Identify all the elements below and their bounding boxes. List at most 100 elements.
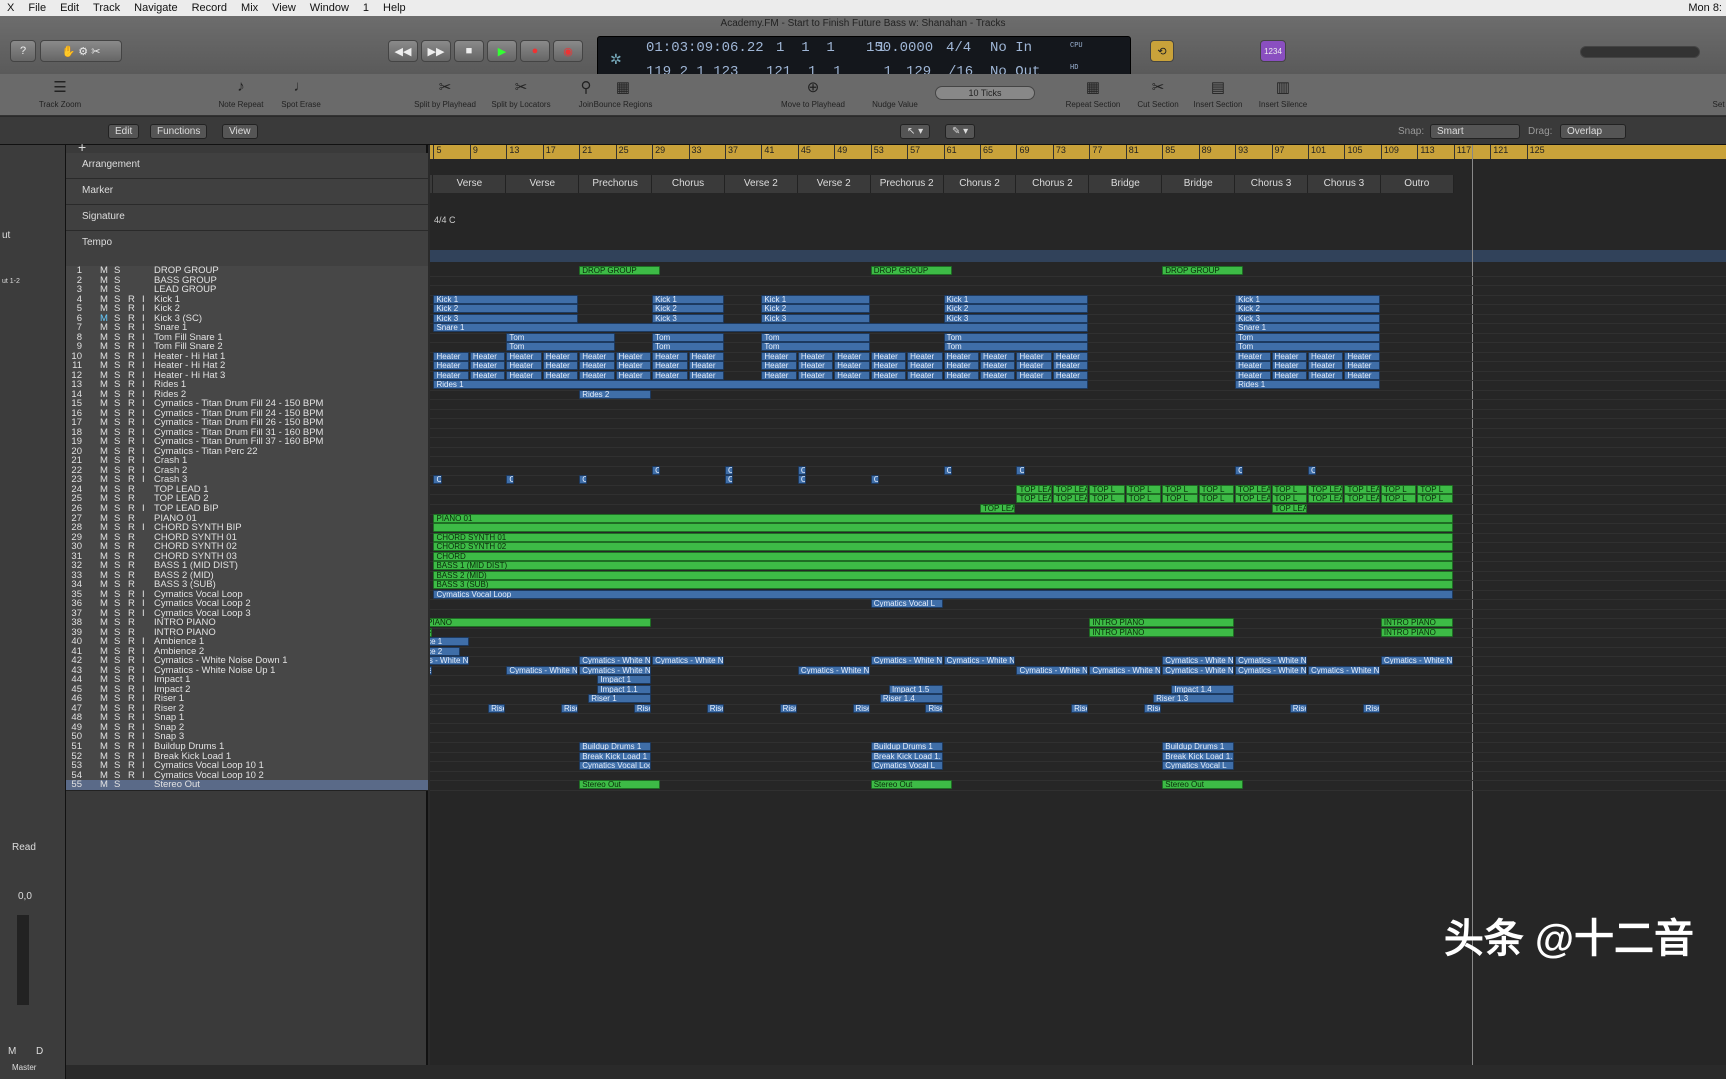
region[interactable]: INTRO PIANO — [1380, 618, 1453, 628]
region[interactable]: Tom — [506, 332, 615, 342]
view-buttons[interactable]: ✋ ⚙ ✂ — [40, 40, 122, 62]
region[interactable]: Cymatics - White N — [870, 656, 943, 666]
region[interactable]: Tom — [652, 342, 724, 352]
add-track-button[interactable]: + — [78, 139, 86, 155]
region[interactable]: Heater — [506, 370, 542, 380]
region[interactable]: Heater — [688, 361, 724, 371]
region[interactable]: Heater — [834, 370, 870, 380]
region[interactable]: Cymatics Vocal L — [1162, 761, 1235, 771]
capture-record-button[interactable]: ◉ — [553, 40, 583, 62]
region[interactable]: TOP L — [1198, 484, 1235, 494]
region[interactable]: Cymatics - White N — [1380, 656, 1453, 666]
region[interactable]: Tom — [761, 342, 870, 352]
region[interactable]: Buildup Drums 1 — [870, 742, 943, 751]
pencil-tool[interactable]: ✎ ▾ — [945, 124, 976, 139]
menu-window[interactable]: Window — [303, 2, 356, 14]
region[interactable]: C — [1308, 465, 1317, 475]
region[interactable]: Cymatics - White N — [943, 656, 1016, 666]
arrangement-marker[interactable]: Bridge — [1162, 175, 1236, 193]
region[interactable]: CHORD SYNTH 01 — [433, 532, 1453, 542]
arrangement-marker[interactable]: Bridge — [1089, 175, 1163, 193]
region[interactable]: TOP LEAD 2 — [1016, 494, 1052, 504]
global-track-tempo[interactable]: Tempo — [66, 231, 428, 267]
menu-help[interactable]: Help — [376, 2, 413, 14]
region[interactable]: CHORD — [433, 551, 1453, 561]
region[interactable]: Heater — [907, 370, 943, 380]
region[interactable]: Heater — [1344, 361, 1380, 371]
arrangement-marker[interactable]: Verse — [506, 175, 580, 193]
region[interactable]: Tom — [1235, 332, 1380, 342]
region[interactable]: Heater — [579, 370, 615, 380]
region[interactable]: Cymatics - White N — [797, 665, 870, 675]
region[interactable]: Heater — [542, 361, 579, 371]
cycle-button[interactable]: ⟲ — [1150, 40, 1174, 62]
region[interactable]: C — [506, 475, 515, 485]
play-button[interactable]: ▶ — [487, 40, 517, 62]
region[interactable]: Cymatics Vocal L — [870, 599, 943, 609]
count-in-button[interactable]: 1234 — [1260, 40, 1286, 62]
region[interactable]: Cymatics — [430, 665, 433, 675]
region[interactable]: Heater — [506, 361, 542, 371]
region[interactable]: Heater — [834, 361, 870, 371]
region[interactable]: Buildup Drums 1 — [1162, 742, 1235, 751]
arrangement-marker[interactable]: Prechorus 2 — [870, 175, 944, 193]
arrangement-marker[interactable]: Outro — [1380, 175, 1454, 193]
mute-button[interactable]: M — [100, 780, 108, 791]
region[interactable]: TOP LEAD 2 — [1344, 494, 1380, 504]
region[interactable]: Heater — [1235, 361, 1271, 371]
region[interactable]: Cymatics Vocal Loo — [579, 761, 652, 771]
region[interactable]: TOP L — [1380, 494, 1417, 504]
region[interactable]: Heater — [870, 370, 907, 380]
region[interactable]: Cymatics - White N — [506, 665, 579, 675]
region[interactable]: Stereo Out — [870, 780, 952, 790]
region[interactable]: Break Kick Load 1. — [870, 751, 943, 761]
pointer-tool[interactable]: ↖ ▾ — [900, 124, 931, 139]
region[interactable]: Cymatics - White N — [1308, 665, 1380, 675]
region[interactable]: Heater — [761, 370, 797, 380]
region[interactable]: Break Kick Load 1. — [1162, 751, 1235, 761]
region[interactable]: Heater — [469, 361, 506, 371]
stop-button[interactable]: ■ — [454, 40, 484, 62]
region[interactable]: Ambience 1 — [430, 637, 469, 647]
region[interactable]: Kick 3 — [761, 313, 870, 323]
region[interactable]: Heater — [797, 351, 834, 361]
region[interactable]: Rides 2 — [579, 389, 652, 399]
snap-select[interactable]: Smart — [1430, 124, 1520, 139]
region[interactable]: Riser 1 — [588, 694, 652, 704]
rewind-button[interactable]: ◀◀ — [388, 40, 418, 62]
region[interactable]: Heater — [870, 351, 907, 361]
region[interactable]: Heater — [1052, 361, 1089, 371]
region[interactable]: C — [579, 475, 588, 485]
region[interactable]: Riser 1.3 — [1153, 694, 1235, 704]
region[interactable]: Heater — [652, 351, 688, 361]
region[interactable]: C — [724, 475, 734, 485]
region[interactable]: Heater — [980, 351, 1016, 361]
region[interactable]: TOP L — [1089, 494, 1125, 504]
region[interactable]: Cymatics - White N — [579, 656, 652, 666]
menu-x[interactable]: X — [0, 2, 21, 14]
edit-menu[interactable]: Edit — [108, 124, 140, 139]
region[interactable]: Heater — [1052, 370, 1089, 380]
dim-button[interactable]: D — [36, 1046, 43, 1057]
region[interactable]: Heater — [1271, 370, 1307, 380]
region[interactable] — [433, 523, 1453, 533]
menu-edit[interactable]: Edit — [53, 2, 86, 14]
region[interactable]: TOP L — [1271, 494, 1307, 504]
region[interactable]: Heater — [1052, 351, 1089, 361]
region[interactable]: Heater — [433, 361, 469, 371]
region[interactable]: C — [652, 465, 661, 475]
record-button[interactable]: ● — [520, 40, 550, 62]
region[interactable]: TOP LEAD BIP — [980, 504, 1016, 513]
menu-navigate[interactable]: Navigate — [127, 2, 184, 14]
arrangement-marker[interactable]: Chorus 2 — [1016, 175, 1090, 193]
region[interactable]: Heater — [1271, 351, 1307, 361]
region[interactable]: TOP L — [1198, 494, 1235, 504]
region[interactable]: Impact 1.4 — [1171, 684, 1235, 694]
automation-mode[interactable]: Read — [12, 842, 36, 853]
region[interactable]: Heater — [943, 370, 980, 380]
region[interactable]: Heater — [542, 370, 579, 380]
region[interactable]: C — [870, 475, 879, 485]
region[interactable]: Stereo Out — [579, 780, 661, 790]
region[interactable]: BASS 3 (SUB) — [433, 580, 1453, 590]
region[interactable]: Impact 1.5 — [888, 684, 943, 694]
